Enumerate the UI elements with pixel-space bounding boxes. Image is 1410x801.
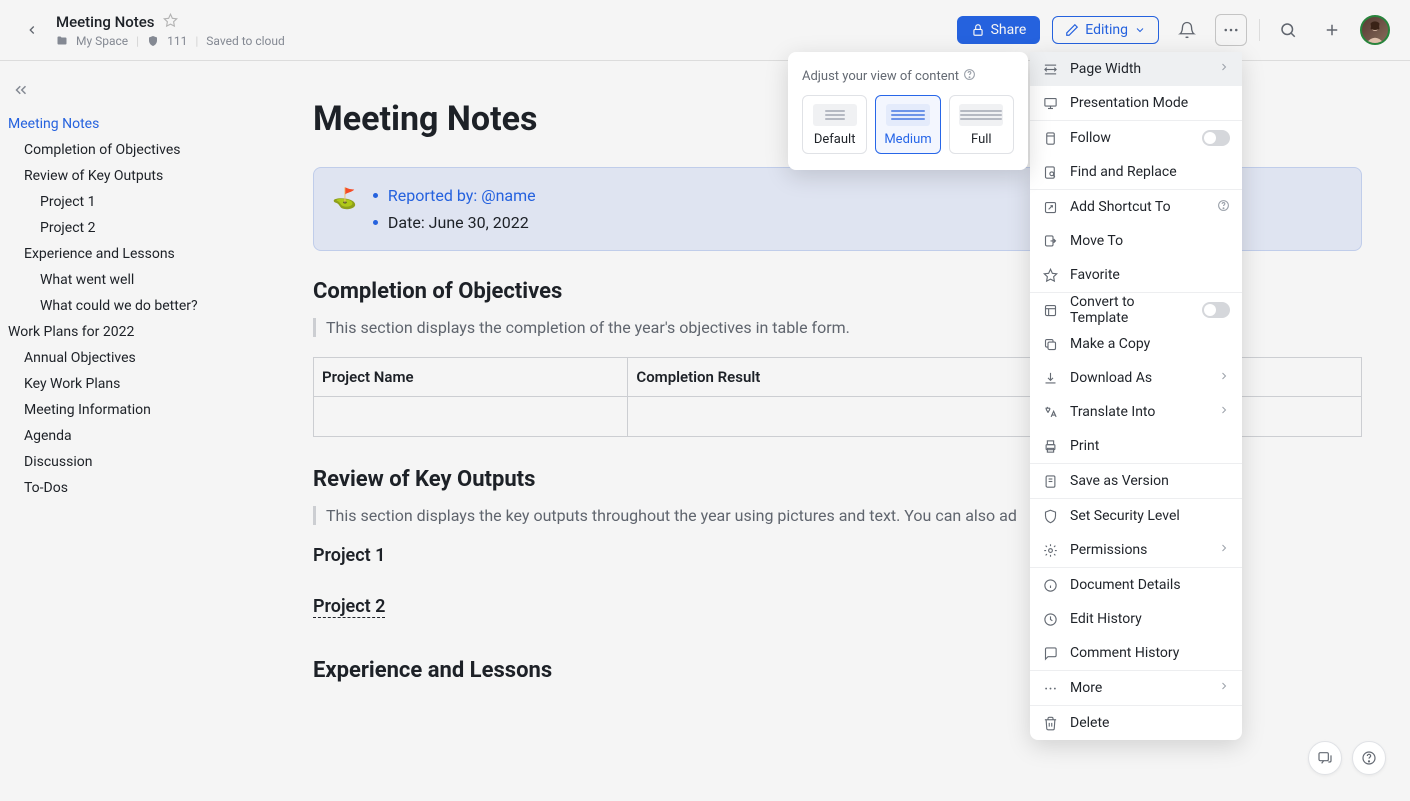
folder-icon bbox=[56, 35, 68, 47]
toc-item[interactable]: Agenda bbox=[8, 423, 265, 449]
menu-find-replace[interactable]: Find and Replace bbox=[1030, 155, 1242, 189]
add-button[interactable] bbox=[1316, 14, 1348, 46]
menu-edit-history[interactable]: Edit History bbox=[1030, 602, 1242, 636]
toc-item[interactable]: Annual Objectives bbox=[8, 345, 265, 371]
more-options-menu: Page Width Presentation Mode Follow Find… bbox=[1030, 52, 1242, 740]
chevron-right-icon bbox=[1218, 61, 1230, 77]
width-option-default[interactable]: Default bbox=[802, 95, 867, 154]
star-icon bbox=[1042, 267, 1058, 283]
search-button[interactable] bbox=[1272, 14, 1304, 46]
menu-move-to[interactable]: Move To bbox=[1030, 224, 1242, 258]
flag-icon: ⛳ bbox=[332, 182, 357, 214]
floating-buttons bbox=[1308, 741, 1386, 775]
menu-permissions[interactable]: Permissions bbox=[1030, 533, 1242, 567]
info-icon[interactable] bbox=[963, 68, 976, 85]
follow-icon bbox=[1042, 130, 1058, 146]
find-icon bbox=[1042, 164, 1058, 180]
star-icon[interactable] bbox=[163, 13, 178, 32]
chevron-right-icon bbox=[1218, 404, 1230, 420]
sync-status: Saved to cloud bbox=[206, 34, 284, 48]
menu-presentation[interactable]: Presentation Mode bbox=[1030, 86, 1242, 120]
page-width-submenu: Adjust your view of content Default Medi… bbox=[788, 52, 1028, 170]
shield-icon bbox=[147, 35, 159, 47]
editing-mode-button[interactable]: Editing bbox=[1052, 16, 1159, 44]
shortcut-icon bbox=[1042, 199, 1058, 215]
toc-item[interactable]: Project 2 bbox=[8, 215, 265, 241]
collapse-outline-button[interactable] bbox=[12, 81, 30, 99]
chevron-right-icon bbox=[1218, 370, 1230, 386]
follow-toggle[interactable] bbox=[1202, 130, 1230, 146]
reported-by-line[interactable]: Reported by: @name bbox=[388, 186, 536, 205]
print-icon bbox=[1042, 438, 1058, 454]
menu-page-width[interactable]: Page Width bbox=[1030, 52, 1242, 86]
comments-panel-button[interactable] bbox=[1308, 741, 1342, 775]
move-icon bbox=[1042, 233, 1058, 249]
user-avatar[interactable] bbox=[1360, 15, 1390, 45]
info-icon bbox=[1217, 199, 1230, 216]
menu-add-shortcut[interactable]: Add Shortcut To bbox=[1030, 190, 1242, 224]
presentation-icon bbox=[1042, 95, 1058, 111]
security-label[interactable]: 111 bbox=[167, 34, 187, 48]
toc-item[interactable]: Completion of Objectives bbox=[8, 137, 265, 163]
chevron-right-icon bbox=[1218, 542, 1230, 558]
menu-download-as[interactable]: Download As bbox=[1030, 361, 1242, 395]
menu-save-version[interactable]: Save as Version bbox=[1030, 464, 1242, 498]
notifications-button[interactable] bbox=[1171, 14, 1203, 46]
toc-item[interactable]: What could we do better? bbox=[8, 293, 265, 319]
menu-make-copy[interactable]: Make a Copy bbox=[1030, 327, 1242, 361]
back-button[interactable] bbox=[20, 18, 44, 42]
info-icon bbox=[1042, 577, 1058, 593]
gear-icon bbox=[1042, 542, 1058, 558]
toc-item[interactable]: Work Plans for 2022 bbox=[8, 319, 265, 345]
history-icon bbox=[1042, 611, 1058, 627]
menu-favorite[interactable]: Favorite bbox=[1030, 258, 1242, 292]
menu-security-level[interactable]: Set Security Level bbox=[1030, 499, 1242, 533]
template-toggle[interactable] bbox=[1202, 302, 1230, 318]
version-icon bbox=[1042, 473, 1058, 489]
toc-item[interactable]: To-Dos bbox=[8, 475, 265, 501]
width-icon bbox=[1042, 61, 1058, 77]
menu-convert-template[interactable]: Convert to Template bbox=[1030, 293, 1242, 327]
space-name[interactable]: My Space bbox=[76, 34, 128, 48]
translate-icon bbox=[1042, 404, 1058, 420]
toc-item[interactable]: Meeting Notes bbox=[8, 111, 265, 137]
download-icon bbox=[1042, 370, 1058, 386]
toc-item[interactable]: Meeting Information bbox=[8, 397, 265, 423]
toc-item[interactable]: Key Work Plans bbox=[8, 371, 265, 397]
copy-icon bbox=[1042, 336, 1058, 352]
menu-print[interactable]: Print bbox=[1030, 429, 1242, 463]
menu-delete[interactable]: Delete bbox=[1030, 706, 1242, 740]
shield-icon bbox=[1042, 508, 1058, 524]
width-option-full[interactable]: Full bbox=[949, 95, 1014, 154]
menu-doc-details[interactable]: Document Details bbox=[1030, 568, 1242, 602]
menu-follow[interactable]: Follow bbox=[1030, 121, 1242, 155]
chevron-right-icon bbox=[1218, 680, 1230, 696]
share-button[interactable]: Share bbox=[957, 16, 1041, 44]
menu-more[interactable]: More bbox=[1030, 671, 1242, 705]
help-button[interactable] bbox=[1352, 741, 1386, 775]
toc-item[interactable]: Discussion bbox=[8, 449, 265, 475]
toc-item[interactable]: Experience and Lessons bbox=[8, 241, 265, 267]
toc-item[interactable]: Review of Key Outputs bbox=[8, 163, 265, 189]
more-options-button[interactable] bbox=[1215, 14, 1247, 46]
more-icon bbox=[1042, 680, 1058, 696]
toc-item[interactable]: What went well bbox=[8, 267, 265, 293]
outline-sidebar: Meeting NotesCompletion of ObjectivesRev… bbox=[0, 61, 265, 801]
template-icon bbox=[1042, 302, 1058, 318]
width-option-medium[interactable]: Medium bbox=[875, 95, 940, 154]
menu-comment-history[interactable]: Comment History bbox=[1030, 636, 1242, 670]
col-completion-result[interactable]: Completion Result bbox=[628, 358, 1362, 397]
toc-item[interactable]: Project 1 bbox=[8, 189, 265, 215]
doc-title: Meeting Notes bbox=[56, 13, 155, 31]
trash-icon bbox=[1042, 715, 1058, 731]
date-line[interactable]: Date: June 30, 2022 bbox=[388, 213, 529, 232]
width-panel-label: Adjust your view of content bbox=[802, 68, 1014, 85]
col-project-name[interactable]: Project Name bbox=[314, 358, 628, 397]
comment-icon bbox=[1042, 645, 1058, 661]
menu-translate[interactable]: Translate Into bbox=[1030, 395, 1242, 429]
